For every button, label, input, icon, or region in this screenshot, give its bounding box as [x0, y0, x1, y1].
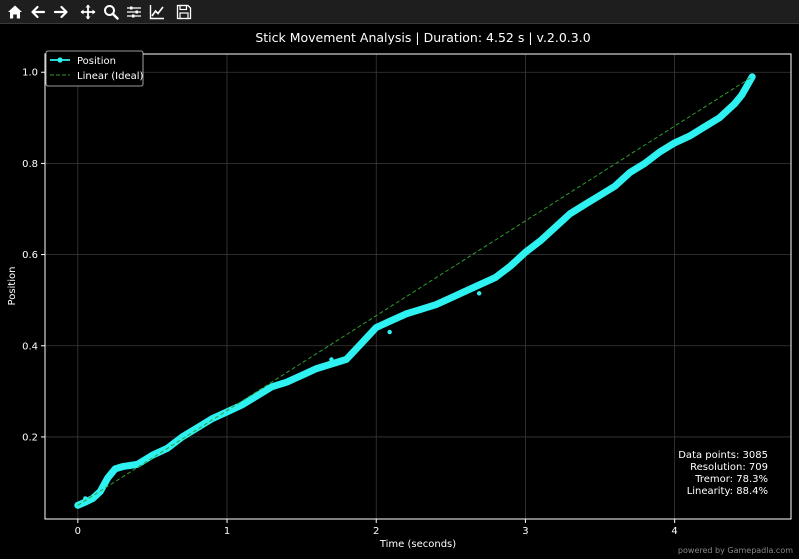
position-outlier-point: [476, 291, 482, 296]
position-data-point: [298, 372, 305, 379]
position-outlier-point: [329, 357, 334, 362]
stat-data-points: Data points: 3085: [678, 450, 768, 461]
y-tick-label: 1.0: [22, 68, 38, 79]
back-arrow-icon: [31, 5, 46, 18]
position-data-point: [641, 160, 648, 167]
position-data-point: [343, 356, 350, 363]
position-data-point: [477, 281, 484, 288]
linear-ideal-line: [77, 76, 753, 506]
position-data-point: [626, 169, 634, 176]
position-data-point: [701, 123, 708, 131]
y-tick-label: 0.6: [22, 250, 38, 261]
x-axis-label: Time (seconds): [379, 539, 456, 550]
position-data-point: [656, 148, 663, 156]
stats-box: Data points: 3085 Resolution: 709 Tremor…: [678, 450, 768, 497]
position-data-point: [552, 224, 559, 231]
toolbar: [0, 0, 799, 24]
y-tick-label: 0.8: [22, 159, 38, 170]
position-data-point: [507, 262, 514, 270]
zoom-button[interactable]: [100, 1, 122, 23]
footer-credit: powered by Gamepadla.com: [677, 546, 793, 555]
position-data-point: [566, 210, 574, 217]
position-data-point: [537, 237, 544, 245]
position-data-point: [328, 360, 335, 368]
y-tick-label: 0.2: [22, 432, 38, 443]
position-data-point: [358, 340, 365, 347]
position-outlier-point: [387, 329, 392, 335]
edit-axes-button[interactable]: [146, 1, 168, 23]
position-data-point: [111, 465, 119, 473]
x-tick-label: 0: [75, 526, 81, 537]
position-data-point: [671, 139, 678, 147]
position-data-point: [432, 301, 440, 308]
legend: Position Linear (Ideal): [45, 50, 144, 87]
position-data-point: [268, 383, 275, 390]
legend-linear-label: Linear (Ideal): [77, 71, 144, 82]
position-data-point: [447, 294, 455, 302]
chart-figure: Stick Movement Analysis | Duration: 4.52…: [7, 30, 792, 550]
position-data-point: [253, 392, 261, 400]
stat-resolution: Resolution: 709: [690, 462, 768, 473]
y-axis-label: Position: [7, 267, 18, 306]
back-button[interactable]: [27, 1, 49, 23]
position-data-point: [283, 379, 290, 386]
position-data-point: [417, 306, 425, 313]
x-tick-label: 3: [522, 526, 528, 537]
configure-subplots-icon: [127, 6, 141, 17]
position-data-point: [387, 317, 395, 324]
position-data-point: [686, 132, 693, 140]
home-icon: [8, 5, 22, 18]
position-data-point: [522, 249, 529, 256]
save-button[interactable]: [173, 1, 195, 23]
position-data-point: [611, 183, 619, 190]
series-layer: [74, 73, 756, 509]
stat-linearity: Linearity: 88.4%: [687, 486, 768, 497]
y-tick-label: 0.4: [22, 341, 38, 352]
home-button[interactable]: [4, 1, 26, 23]
position-data-point: [492, 274, 499, 281]
position-data-point: [596, 192, 604, 199]
forward-arrow-icon: [53, 5, 68, 18]
pan-move-icon: [80, 4, 96, 19]
position-data-point: [716, 114, 723, 122]
position-data-point: [731, 100, 738, 108]
pan-button[interactable]: [77, 1, 99, 23]
position-data-point: [462, 287, 469, 295]
position-data-point: [738, 91, 745, 99]
x-tick-label: 2: [373, 526, 379, 537]
edit-axes-icon: [149, 4, 164, 19]
x-tick-label: 1: [224, 526, 230, 537]
stat-tremor: Tremor: 78.3%: [694, 474, 768, 485]
position-data-point: [313, 365, 320, 372]
zoom-magnifier-icon: [104, 4, 119, 20]
legend-position-marker: [57, 57, 63, 63]
position-data-point: [104, 474, 111, 482]
save-floppy-icon: [176, 4, 192, 19]
position-data-point: [149, 451, 156, 459]
position-data-point: [119, 463, 126, 470]
chart-title: Stick Movement Analysis | Duration: 4.52…: [255, 30, 590, 45]
position-data-point: [581, 201, 589, 208]
position-data-point: [402, 310, 410, 318]
configure-subplots-button[interactable]: [123, 1, 145, 23]
position-data-point: [749, 73, 756, 80]
x-tick-label: 4: [671, 526, 677, 537]
legend-position-label: Position: [77, 56, 116, 67]
forward-button[interactable]: [50, 1, 72, 23]
position-data-point: [89, 495, 96, 502]
position-data-point: [373, 324, 380, 331]
